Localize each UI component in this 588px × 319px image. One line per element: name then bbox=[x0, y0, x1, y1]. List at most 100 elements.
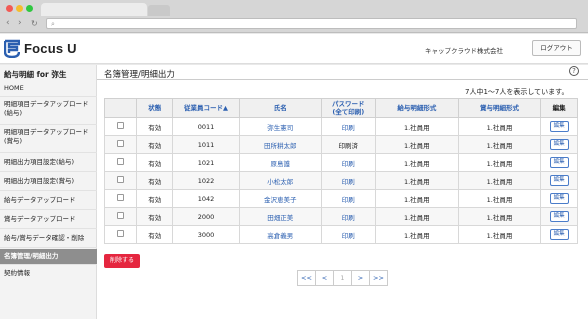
password-cell: 印刷済 bbox=[320, 135, 377, 154]
minimize-window-icon[interactable] bbox=[16, 5, 23, 12]
delete-button[interactable]: 削除する bbox=[104, 254, 140, 268]
app-logo-text: Focus U bbox=[24, 41, 77, 56]
row-checkbox[interactable] bbox=[103, 225, 138, 244]
row-checkbox-box[interactable] bbox=[117, 230, 125, 237]
edit-button[interactable]: 編集 bbox=[549, 229, 569, 240]
row-checkbox-box[interactable] bbox=[117, 158, 125, 165]
sidebar-item-output-settings-salary[interactable]: 明細出力項目設定(給与) bbox=[0, 154, 97, 172]
password-print-link[interactable]: 印刷 bbox=[320, 171, 377, 190]
employee-table: 状態 従業員コード▲ 氏名 パスワード (全て印刷) 給与明細形式 賞与明細形式… bbox=[103, 98, 578, 244]
print-all-link[interactable]: (全て印刷) bbox=[322, 108, 375, 116]
employee-name-link[interactable]: 田畑正美 bbox=[238, 207, 322, 226]
salary-format-column-header[interactable]: 給与明細形式 bbox=[375, 98, 459, 118]
reload-icon[interactable]: ↻ bbox=[31, 18, 38, 29]
status-cell: 有効 bbox=[136, 171, 174, 190]
help-icon[interactable]: ? bbox=[569, 66, 579, 76]
row-checkbox[interactable] bbox=[103, 171, 138, 190]
edit-button[interactable]: 編集 bbox=[549, 157, 569, 168]
sidebar-item-output-settings-bonus[interactable]: 明細出力項目設定(賞与) bbox=[0, 173, 97, 191]
edit-button[interactable]: 編集 bbox=[549, 121, 569, 132]
edit-cell: 編集 bbox=[540, 153, 578, 172]
employee-name-link[interactable]: 田所耕太郎 bbox=[238, 135, 322, 154]
salary-format-cell: 1.社員用 bbox=[375, 225, 459, 244]
edit-button[interactable]: 編集 bbox=[549, 193, 569, 204]
browser-tab[interactable] bbox=[41, 3, 147, 16]
back-arrow-icon[interactable]: ‹ bbox=[6, 18, 10, 29]
employee-name-link[interactable]: 弥生憲司 bbox=[238, 117, 322, 136]
employee-name-link[interactable]: 小松太郎 bbox=[238, 171, 322, 190]
forward-arrow-icon[interactable]: › bbox=[18, 18, 22, 29]
pager-last-button[interactable]: >> bbox=[369, 270, 388, 286]
pager-next-button[interactable]: > bbox=[351, 270, 370, 286]
table-row: 有効 1022 小松太郎 印刷 1.社員用 1.社員用 編集 bbox=[103, 171, 578, 190]
focus-u-logo-icon bbox=[4, 39, 20, 58]
row-checkbox-box[interactable] bbox=[117, 140, 125, 147]
edit-cell: 編集 bbox=[540, 225, 578, 244]
pager-prev-button[interactable]: < bbox=[315, 270, 334, 286]
row-checkbox-box[interactable] bbox=[117, 194, 125, 201]
new-tab-button[interactable] bbox=[148, 5, 170, 16]
table-row: 有効 1011 田所耕太郎 印刷済 1.社員用 1.社員用 編集 bbox=[103, 135, 578, 154]
row-checkbox-box[interactable] bbox=[117, 212, 125, 219]
search-icon: ⌕ bbox=[51, 20, 55, 28]
status-cell: 有効 bbox=[136, 189, 174, 208]
row-checkbox[interactable] bbox=[103, 153, 138, 172]
sidebar-item-home[interactable]: HOME bbox=[0, 84, 97, 97]
address-bar[interactable]: ⌕ bbox=[46, 18, 577, 29]
sidebar-item-contract[interactable]: 契約情報 bbox=[0, 266, 97, 282]
status-column-header[interactable]: 状態 bbox=[136, 98, 174, 118]
employee-code-column-header[interactable]: 従業員コード▲ bbox=[172, 98, 240, 118]
bonus-format-column-header[interactable]: 賞与明細形式 bbox=[457, 98, 542, 118]
password-print-link[interactable]: 印刷 bbox=[320, 117, 377, 136]
name-column-header[interactable]: 氏名 bbox=[238, 98, 322, 118]
row-checkbox-box[interactable] bbox=[117, 176, 125, 183]
salary-format-cell: 1.社員用 bbox=[375, 135, 459, 154]
password-print-link[interactable]: 印刷 bbox=[320, 189, 377, 208]
password-header-label[interactable]: パスワード bbox=[322, 100, 375, 108]
edit-button[interactable]: 編集 bbox=[549, 211, 569, 222]
employee-name-link[interactable]: 原島護 bbox=[238, 153, 322, 172]
close-window-icon[interactable] bbox=[6, 5, 13, 12]
sidebar-item-detail-upload-bonus[interactable]: 明細項目データアップロード(賞与) bbox=[0, 126, 97, 153]
maximize-window-icon[interactable] bbox=[26, 5, 33, 12]
sidebar-item-detail-upload-salary[interactable]: 明細項目データアップロード(給与) bbox=[0, 98, 97, 125]
password-column-header[interactable]: パスワード (全て印刷) bbox=[320, 98, 377, 118]
sidebar-item-roster-output[interactable]: 名簿管理/明細出力 bbox=[0, 249, 97, 265]
sidebar: 給与明細 for 弥生 HOME 明細項目データアップロード(給与) 明細項目デ… bbox=[0, 65, 97, 319]
edit-cell: 編集 bbox=[540, 135, 578, 154]
edit-cell: 編集 bbox=[540, 207, 578, 226]
logout-button[interactable]: ログアウト bbox=[532, 40, 581, 56]
row-checkbox[interactable] bbox=[103, 117, 138, 136]
main-content: 名簿管理/明細出力 ? 7人中1〜7人を表示しています。 状態 従業員コード▲ … bbox=[97, 65, 588, 319]
pagination: << < 1 > >> bbox=[297, 270, 388, 286]
table-row: 有効 0011 弥生憲司 印刷 1.社員用 1.社員用 編集 bbox=[103, 117, 578, 136]
title-divider bbox=[97, 79, 588, 80]
edit-button[interactable]: 編集 bbox=[549, 175, 569, 186]
salary-format-cell: 1.社員用 bbox=[375, 207, 459, 226]
table-row: 有効 1021 原島護 印刷 1.社員用 1.社員用 編集 bbox=[103, 153, 578, 172]
employee-code-cell: 1011 bbox=[172, 135, 240, 154]
password-print-link[interactable]: 印刷 bbox=[320, 153, 377, 172]
salary-format-cell: 1.社員用 bbox=[375, 117, 459, 136]
row-checkbox[interactable] bbox=[103, 207, 138, 226]
table-row: 有効 2000 田畑正美 印刷 1.社員用 1.社員用 編集 bbox=[103, 207, 578, 226]
row-checkbox[interactable] bbox=[103, 135, 138, 154]
edit-button[interactable]: 編集 bbox=[549, 139, 569, 150]
sidebar-item-salary-upload[interactable]: 給与データアップロード bbox=[0, 192, 97, 210]
employee-name-link[interactable]: 高倉義男 bbox=[238, 225, 322, 244]
bonus-format-cell: 1.社員用 bbox=[457, 189, 542, 208]
sidebar-item-bonus-upload[interactable]: 賞与データアップロード bbox=[0, 211, 97, 229]
row-checkbox[interactable] bbox=[103, 189, 138, 208]
row-checkbox-box[interactable] bbox=[117, 122, 125, 129]
salary-format-cell: 1.社員用 bbox=[375, 189, 459, 208]
employee-name-link[interactable]: 金沢恵美子 bbox=[238, 189, 322, 208]
password-print-link[interactable]: 印刷 bbox=[320, 207, 377, 226]
employee-code-cell: 1021 bbox=[172, 153, 240, 172]
browser-chrome: ‹ › ↻ ⌕ bbox=[0, 0, 588, 33]
bonus-format-cell: 1.社員用 bbox=[457, 171, 542, 190]
pager-current-page: 1 bbox=[333, 270, 352, 286]
edit-cell: 編集 bbox=[540, 117, 578, 136]
sidebar-item-data-check-delete[interactable]: 給与/賞与データ確認・削除 bbox=[0, 230, 97, 248]
password-print-link[interactable]: 印刷 bbox=[320, 225, 377, 244]
pager-first-button[interactable]: << bbox=[297, 270, 316, 286]
